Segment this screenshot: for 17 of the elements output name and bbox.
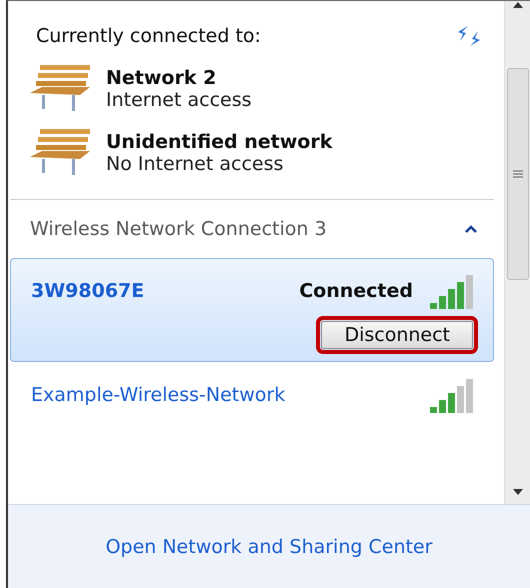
scroll-down-icon[interactable] [512,488,524,496]
collapse-icon[interactable] [464,224,478,234]
grip-icon [512,170,522,178]
network-status: No Internet access [106,153,284,175]
network-sharing-center-link[interactable]: Open Network and Sharing Center [106,536,432,558]
section-title: Currently connected to: [36,25,261,47]
network-name: Unidentified network [106,131,332,153]
connection-status: Connected [299,280,413,302]
network-name: Network 2 [106,67,218,89]
scroll-up-icon[interactable] [512,1,524,9]
network-item[interactable]: Example-Wireless-Network [10,362,494,426]
network-name: Example-Wireless-Network [31,384,286,406]
section-title: Wireless Network Connection 3 [30,218,327,240]
scrollbar-thumb[interactable] [506,68,528,280]
network-item[interactable]: 3W98067E Connected Disconnect [10,258,494,362]
network-status: Internet access [106,89,252,111]
network-name: 3W98067E [31,280,144,302]
